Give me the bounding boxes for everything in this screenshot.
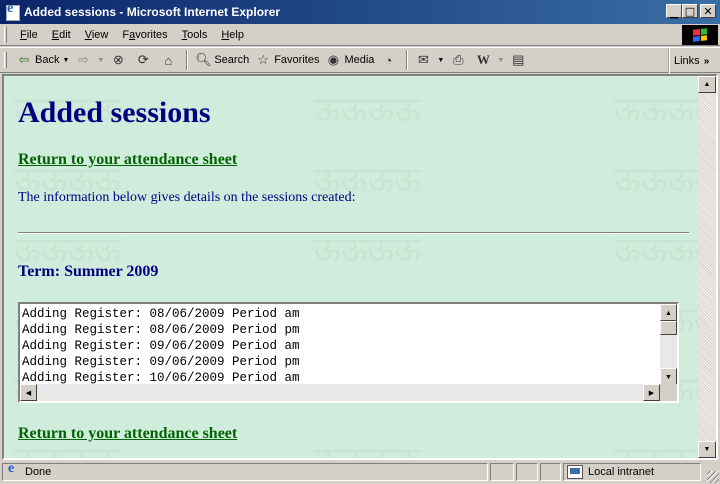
menu-grip[interactable] [4, 26, 7, 43]
status-panel [516, 463, 538, 481]
page-scroll-up-icon[interactable]: ▲ [698, 76, 716, 93]
back-dropdown-icon[interactable]: ▼ [62, 57, 69, 64]
discuss-button[interactable]: ▤ [507, 49, 532, 71]
print-button[interactable]: ⎙ [447, 49, 472, 71]
info-text: The information below gives details on t… [18, 190, 356, 205]
page-vertical-scrollbar[interactable]: ▲ ▼ [698, 76, 716, 458]
toolbar-grip[interactable] [4, 52, 7, 68]
home-icon: ⌂ [164, 52, 173, 68]
mail-icon: ✉ [417, 52, 429, 67]
scroll-down-icon[interactable]: ▼ [660, 368, 677, 385]
scroll-up-icon[interactable]: ▲ [660, 304, 677, 321]
horizontal-divider [18, 232, 689, 234]
scroll-right-icon[interactable]: ▶ [643, 384, 660, 401]
menu-view[interactable]: View [78, 29, 116, 41]
return-attendance-link[interactable]: Return to your attendance sheet [18, 151, 237, 169]
menu-edit[interactable]: Edit [45, 29, 78, 41]
menu-bar: File Edit View Favorites Tools Help [0, 24, 720, 46]
toolbar-separator [406, 50, 409, 70]
page-content: ऊऊऊऊ Added sessions Return to your atten… [4, 76, 698, 458]
title-bar: Added sessions - Microsoft Internet Expl… [0, 0, 720, 24]
links-label: Links [674, 55, 700, 67]
log-line: Adding Register: 08/06/2009 Period pm [22, 323, 300, 337]
log-vertical-scrollbar[interactable]: ▲ ▼ [660, 304, 677, 385]
back-button[interactable]: ⇦ Back ▼ [13, 49, 72, 71]
intranet-icon [567, 465, 583, 479]
ie-icon[interactable] [4, 1, 20, 21]
maximize-button[interactable]: □ [682, 4, 698, 18]
discuss-icon: ▤ [512, 52, 525, 67]
mail-button[interactable]: ✉ ▼ [412, 49, 447, 71]
back-label: Back [35, 54, 60, 66]
search-label: Search [214, 54, 250, 66]
status-panel [490, 463, 514, 481]
stop-button[interactable]: ⊗ [107, 49, 132, 71]
term-heading: Term: Summer 2009 [18, 263, 159, 280]
favorites-button[interactable]: ☆ Favorites [252, 49, 322, 71]
page-title: Added sessions [18, 96, 211, 129]
history-icon: ◔ [384, 52, 393, 68]
media-label: Media [344, 54, 375, 66]
status-panel [540, 463, 561, 481]
log-line: Adding Register: 08/06/2009 Period am [22, 307, 300, 321]
edit-icon: W [476, 52, 490, 67]
refresh-icon: ⟳ [137, 52, 149, 67]
status-text: Done [25, 466, 52, 478]
history-button[interactable]: ◔ [377, 49, 402, 71]
stop-icon: ⊗ [112, 52, 124, 67]
zone-label: Local intranet [588, 466, 655, 478]
log-horizontal-scrollbar[interactable]: ◀ ▶ [20, 384, 660, 401]
edit-button[interactable]: W ▼ [472, 49, 507, 71]
forward-dropdown-icon[interactable]: ▼ [97, 57, 104, 64]
favorites-label: Favorites [274, 54, 320, 66]
forward-button[interactable]: ⇨ ▼ [72, 49, 107, 71]
scroll-left-icon[interactable]: ◀ [20, 384, 37, 401]
media-button[interactable]: ◉ Media [322, 49, 377, 71]
search-icon: 🔍︎ [195, 52, 212, 67]
back-arrow-icon: ⇦ [18, 52, 30, 67]
log-line: Adding Register: 09/06/2009 Period am [22, 339, 300, 353]
chevron-right-icon[interactable]: » [704, 56, 710, 67]
menu-favorites[interactable]: Favorites [115, 29, 174, 41]
scrollbar-corner [660, 384, 677, 401]
standard-toolbar: ⇦ Back ▼ ⇨ ▼ ⊗ ⟳ ⌂ 🔍︎ Search ☆ Favorites… [0, 47, 720, 74]
print-icon: ⎙ [453, 52, 464, 67]
session-log-lines: Adding Register: 08/06/2009 Period am Ad… [20, 304, 660, 385]
close-icon: ✕ [703, 4, 713, 18]
browser-viewport: ऊऊऊऊ Added sessions Return to your atten… [2, 74, 718, 460]
window-title: Added sessions - Microsoft Internet Expl… [24, 5, 281, 19]
status-bar: Done Local intranet [0, 461, 720, 484]
log-vscroll-thumb[interactable] [660, 321, 677, 335]
home-button[interactable]: ⌂ [157, 49, 182, 71]
window-controls: ▁ □ ✕ [666, 4, 716, 19]
refresh-button[interactable]: ⟳ [132, 49, 157, 71]
favorites-icon: ☆ [257, 52, 270, 67]
minimize-icon: ▁ [670, 7, 678, 19]
maximize-icon: □ [684, 4, 696, 18]
security-zone[interactable]: Local intranet [563, 463, 701, 481]
session-log-textarea[interactable]: Adding Register: 08/06/2009 Period am Ad… [18, 302, 679, 403]
search-button[interactable]: 🔍︎ Search [192, 49, 252, 71]
menu-file[interactable]: File [13, 29, 45, 41]
media-icon: ◉ [327, 52, 340, 67]
page-scroll-down-icon[interactable]: ▼ [698, 441, 716, 458]
windows-logo [682, 25, 718, 45]
close-button[interactable]: ✕ [700, 4, 716, 18]
minimize-button[interactable]: ▁ [666, 4, 682, 19]
mail-dropdown-icon[interactable]: ▼ [437, 57, 444, 64]
menu-tools[interactable]: Tools [175, 29, 215, 41]
resize-grip[interactable] [707, 471, 719, 483]
log-line: Adding Register: 09/06/2009 Period pm [22, 355, 300, 369]
forward-arrow-icon: ⇨ [77, 52, 89, 67]
edit-dropdown-icon[interactable]: ▼ [497, 57, 504, 64]
page-status-icon [6, 461, 20, 479]
links-bar[interactable]: Links » [668, 48, 720, 74]
return-attendance-link-bottom[interactable]: Return to your attendance sheet [18, 425, 237, 443]
menu-help[interactable]: Help [214, 29, 251, 41]
windows-flag-icon [693, 28, 707, 42]
toolbar-separator [186, 50, 189, 70]
status-text-panel: Done [2, 461, 488, 481]
log-line: Adding Register: 10/06/2009 Period am [22, 371, 300, 385]
